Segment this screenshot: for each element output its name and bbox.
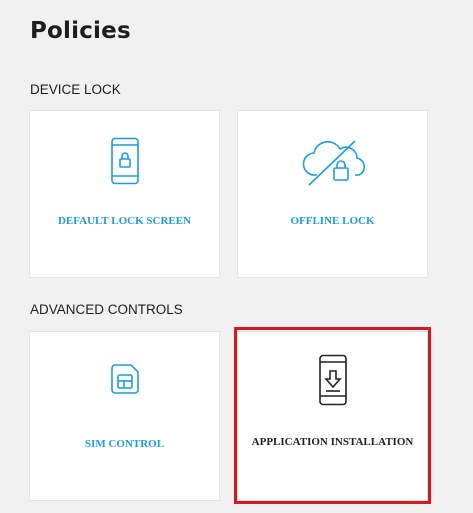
tile-offline-lock[interactable]: OFFLINE LOCK xyxy=(237,110,428,278)
phone-download-icon xyxy=(238,354,427,406)
tile-label: OFFLINE LOCK xyxy=(290,215,375,227)
section-title-device-lock: DEVICE LOCK xyxy=(30,82,121,97)
tile-application-installation[interactable]: APPLICATION INSTALLATION xyxy=(237,331,428,501)
cloud-offline-lock-icon xyxy=(238,139,427,187)
policies-panel: Policies DEVICE LOCK DEFAULT LOCK SCREEN… xyxy=(0,0,473,513)
phone-lock-icon xyxy=(30,137,219,185)
section-title-advanced-controls: ADVANCED CONTROLS xyxy=(30,302,183,317)
tile-default-lock-screen[interactable]: DEFAULT LOCK SCREEN xyxy=(29,110,220,278)
tile-label: APPLICATION INSTALLATION xyxy=(251,436,414,448)
tile-label: SIM CONTROL xyxy=(84,438,165,450)
tile-sim-control[interactable]: SIM CONTROL xyxy=(29,331,220,501)
page-title: Policies xyxy=(30,18,131,44)
tile-label: DEFAULT LOCK SCREEN xyxy=(57,215,192,227)
sim-card-icon xyxy=(30,362,219,396)
